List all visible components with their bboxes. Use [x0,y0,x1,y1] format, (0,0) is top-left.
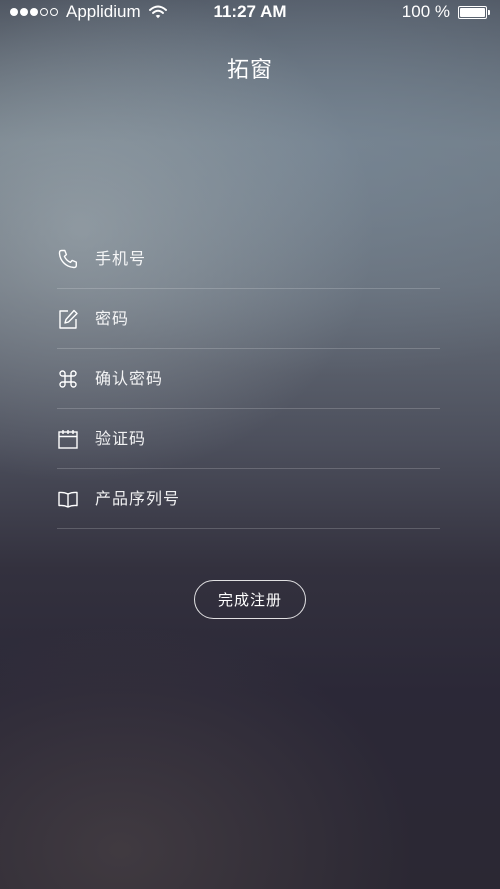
battery-fill [460,7,485,17]
verification-code-field[interactable] [95,426,440,451]
password-row [57,289,440,349]
confirm-password-field[interactable] [95,366,440,391]
battery-tip [488,9,490,15]
confirm-password-row [57,349,440,409]
phone-icon [57,248,79,270]
edit-icon [57,308,79,330]
phone-row [57,229,440,289]
verification-code-row [57,409,440,469]
command-icon [57,368,79,390]
status-bar: Applidium 11:27 AM 100 % [0,0,500,24]
serial-number-row [57,469,440,529]
complete-registration-button[interactable]: 完成注册 [194,580,306,619]
book-icon [57,488,79,510]
phone-number-field[interactable] [95,246,440,271]
password-field[interactable] [95,306,440,331]
status-right: 100 % [402,2,490,22]
registration-form [57,229,440,529]
product-serial-field[interactable] [95,486,440,511]
battery-percentage: 100 % [401,2,450,21]
calendar-icon [57,428,79,450]
battery-icon [458,5,487,19]
page-title: 拓窗 [226,58,273,83]
